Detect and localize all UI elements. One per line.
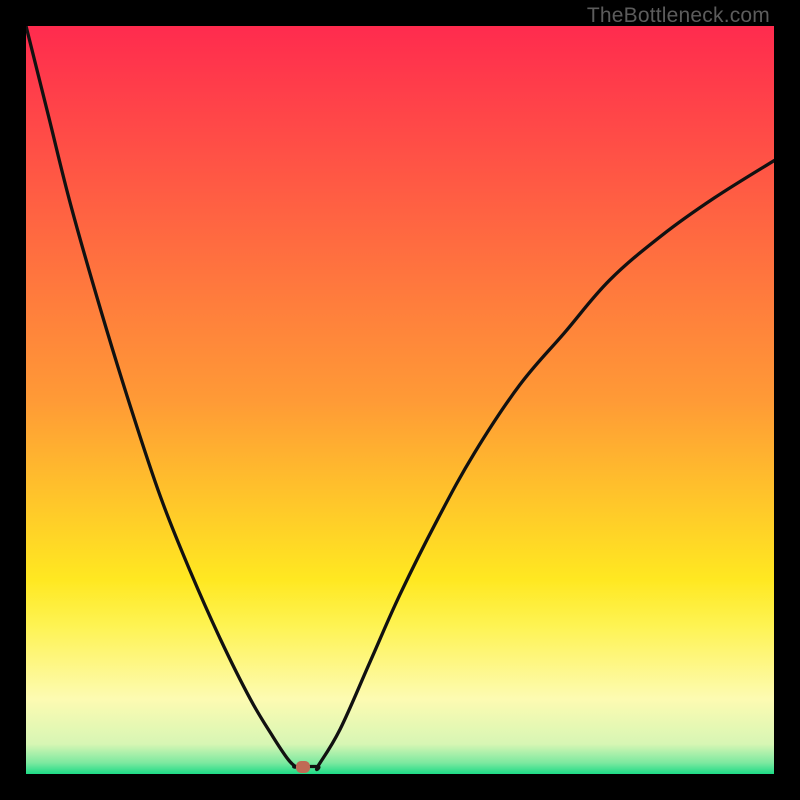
watermark: TheBottleneck.com [587,4,770,28]
chart-frame: TheBottleneck.com [0,0,800,800]
bottleneck-curve [26,26,774,774]
plot-area [26,26,774,774]
bottleneck-marker [296,761,310,773]
